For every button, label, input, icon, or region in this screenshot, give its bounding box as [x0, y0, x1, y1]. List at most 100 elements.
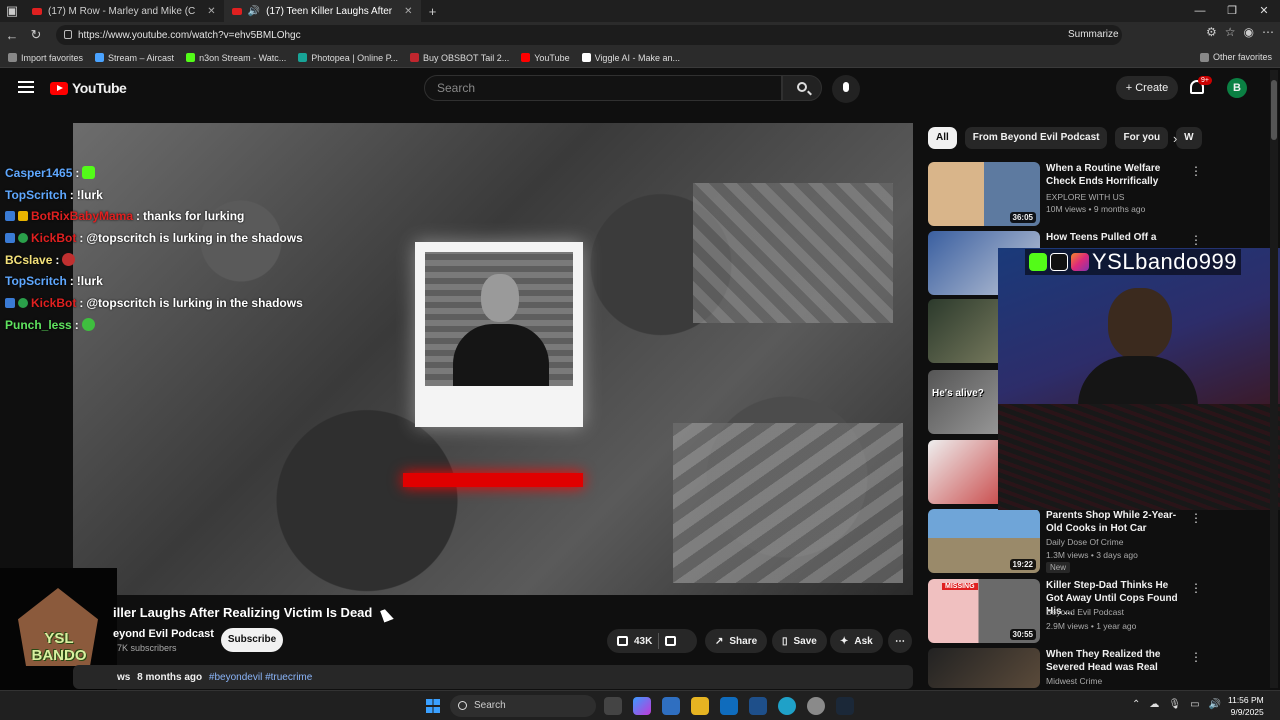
voice-search-button[interactable]: [832, 75, 860, 103]
outlook-icon[interactable]: [720, 697, 738, 715]
close-window-icon[interactable]: ✕: [1248, 0, 1280, 22]
more-options-icon[interactable]: ⋮: [1190, 511, 1202, 525]
maximize-icon[interactable]: ❐: [1216, 0, 1248, 22]
chat-message: BotRixBabyMama: thanks for lurking: [5, 205, 303, 227]
chevron-right-icon[interactable]: ›: [1173, 131, 1177, 146]
photopea-icon: [298, 53, 308, 62]
search-icon: [458, 701, 467, 710]
more-options-icon[interactable]: ⋮: [1190, 581, 1202, 595]
ask-button[interactable]: ✦ Ask: [830, 629, 883, 653]
chip-all[interactable]: All: [928, 127, 957, 149]
youtube-favicon-icon: [32, 7, 42, 15]
subscriber-count: 7K subscribers: [117, 643, 177, 653]
recommendation-title: Parents Shop While 2-Year-Old Cooks in H…: [1046, 510, 1177, 534]
kick-icon: [186, 53, 196, 62]
speaker-icon[interactable]: 🔊: [248, 6, 260, 17]
search-input[interactable]: Search: [424, 75, 782, 101]
windows-start-icon[interactable]: [426, 699, 440, 713]
recommendation-title: When a Routine Welfare Check Ends Horrif…: [1046, 163, 1161, 187]
create-button[interactable]: + Create: [1116, 76, 1178, 100]
chip-for-you[interactable]: For you: [1115, 127, 1169, 149]
upload-age: 8 months ago: [137, 672, 203, 683]
search-button[interactable]: [782, 75, 822, 101]
thumbs-down-icon[interactable]: [665, 636, 677, 646]
taskbar-search[interactable]: Search: [450, 695, 596, 717]
obs-icon[interactable]: [807, 697, 825, 715]
window-controls: — ❐ ✕: [1184, 0, 1280, 22]
recommendation-title: When They Realized the Severed Head was …: [1046, 649, 1161, 673]
bookmark-aircast[interactable]: Stream – Aircast: [95, 53, 174, 63]
more-actions-button[interactable]: ⋯: [888, 629, 912, 653]
close-tab-icon[interactable]: ✕: [207, 6, 215, 17]
mic-icon[interactable]: 🎙: [1168, 699, 1181, 710]
channel-name[interactable]: eyond Evil Podcast: [113, 628, 214, 640]
recommendation-item[interactable]: MISSING 30:55 Killer Step-Dad Thinks He …: [928, 579, 1268, 643]
save-button[interactable]: ▯ Save: [772, 629, 827, 653]
sparkle-icon: ✦: [840, 635, 849, 647]
back-icon[interactable]: ←: [0, 28, 24, 43]
more-options-icon[interactable]: ⋮: [1190, 164, 1202, 178]
avatar[interactable]: B: [1227, 78, 1247, 98]
thumbnail-caption: He's alive?: [932, 388, 984, 399]
thumbnail-caption: MISSING: [942, 583, 978, 590]
more-icon[interactable]: ⋯: [1262, 25, 1274, 39]
steam-icon[interactable]: [836, 697, 854, 715]
profile-icon[interactable]: ◉: [1244, 25, 1254, 39]
tab-title: (17) Teen Killer Laughs After: [266, 5, 393, 17]
bookmarks-bar: Import favorites Stream – Aircast n3on S…: [0, 48, 1280, 68]
chip-from-channel[interactable]: From Beyond Evil Podcast: [964, 127, 1108, 149]
youtube-logo[interactable]: YouTube: [50, 80, 127, 96]
bookmark-n3on[interactable]: n3on Stream - Watc...: [186, 53, 286, 63]
other-favorites[interactable]: Other favorites: [1199, 52, 1272, 62]
system-clock[interactable]: 11:56 PM 9/9/2025: [1228, 694, 1264, 718]
verified-badge-icon: [18, 232, 28, 243]
tab-actions-icon[interactable]: ▣: [0, 3, 24, 19]
chevron-up-icon[interactable]: ⌃: [1132, 699, 1140, 710]
recommendation-item[interactable]: 19:22 Parents Shop While 2-Year-Old Cook…: [928, 509, 1268, 573]
cloud-icon[interactable]: ☁: [1149, 699, 1159, 710]
store-icon[interactable]: [662, 697, 680, 715]
like-count[interactable]: 43K: [634, 636, 652, 647]
bookmark-viggle[interactable]: Viggle AI - Make an...: [581, 53, 680, 63]
chat-message: TopScritch: !lurk: [5, 274, 103, 289]
tab-m-row[interactable]: (17) M Row - Marley and Mike (C ✕: [24, 0, 224, 22]
browser-toolbar-icons: ⚙ ☆ ◉ ⋯: [1206, 25, 1274, 39]
subscribe-button[interactable]: Subscribe: [221, 628, 283, 652]
more-options-icon[interactable]: ⋮: [1190, 233, 1202, 247]
like-dislike-group: 43K: [607, 629, 697, 653]
refresh-icon[interactable]: ↻: [24, 27, 48, 43]
minimize-icon[interactable]: —: [1184, 0, 1216, 22]
description-box[interactable]: ws 8 months ago #beyondevil #truecrime: [73, 665, 913, 689]
bookmark-youtube[interactable]: YouTube: [521, 53, 570, 63]
task-view-icon[interactable]: [604, 697, 622, 715]
close-tab-icon[interactable]: ✕: [404, 6, 412, 17]
taskbar-apps: [604, 697, 854, 715]
bookmark-obsbot[interactable]: Buy OBSBOT Tail 2...: [410, 53, 509, 63]
photos-icon[interactable]: [749, 697, 767, 715]
recommendation-item[interactable]: 36:05 When a Routine Welfare Check Ends …: [928, 162, 1268, 226]
share-button[interactable]: ↗ Share: [705, 629, 768, 653]
copilot-icon[interactable]: [633, 697, 651, 715]
summarize-button[interactable]: Summarize: [1068, 29, 1119, 40]
duration-badge: 36:05: [1009, 212, 1036, 223]
page-scrollbar[interactable]: [1270, 70, 1278, 688]
video-thumbnail: 36:05: [928, 162, 1040, 226]
extensions-icon[interactable]: ⚙: [1206, 25, 1217, 39]
video-rooftops: [693, 183, 893, 323]
hashtags[interactable]: #beyondevil #truecrime: [209, 672, 312, 683]
display-icon[interactable]: ▭: [1190, 699, 1199, 710]
favorites-icon[interactable]: ☆: [1225, 25, 1236, 39]
url-field[interactable]: https://www.youtube.com/watch?v=ehv5BMLO…: [56, 25, 1122, 45]
volume-icon[interactable]: 🔊: [1209, 699, 1221, 710]
more-options-icon[interactable]: ⋮: [1190, 650, 1202, 664]
tab-teen-killer[interactable]: 🔊 (17) Teen Killer Laughs After ✕: [223, 0, 421, 22]
thumbs-up-icon[interactable]: [617, 636, 628, 646]
bookmark-import[interactable]: Import favorites: [8, 53, 83, 63]
menu-icon[interactable]: [18, 81, 34, 93]
file-explorer-icon[interactable]: [691, 697, 709, 715]
new-tab-icon[interactable]: +: [421, 4, 445, 19]
bookmark-photopea[interactable]: Photopea | Online P...: [298, 53, 398, 63]
chip-more[interactable]: W: [1176, 127, 1202, 149]
edge-icon[interactable]: [778, 697, 796, 715]
chat-message: KickBot: @topscritch is lurking in the s…: [5, 227, 303, 249]
